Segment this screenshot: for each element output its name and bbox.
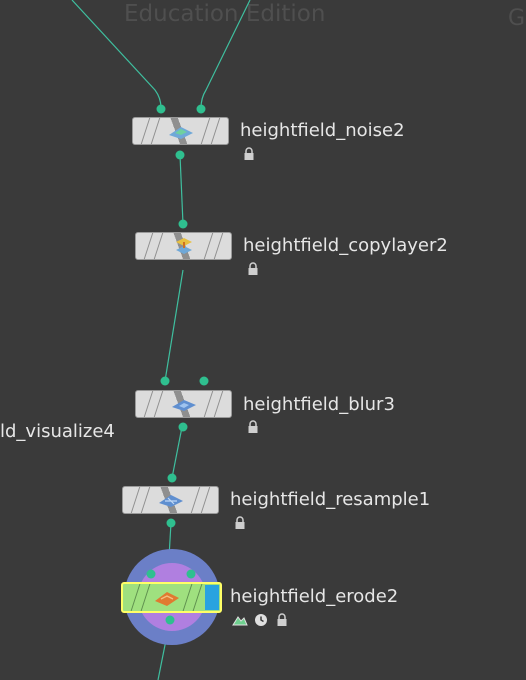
- heightfield-blur-icon: [171, 400, 196, 411]
- output-port: [178, 422, 188, 432]
- wire-in-right: [200, 0, 251, 109]
- input-port: [199, 376, 209, 386]
- input-port: [146, 569, 156, 579]
- input-port: [167, 473, 177, 483]
- input-port: [156, 104, 166, 114]
- lock-icon: [248, 262, 258, 275]
- input-port: [178, 219, 188, 229]
- node-label: heightfield_copylayer2: [243, 235, 448, 256]
- node-heightfield-noise2[interactable]: [132, 117, 229, 145]
- clock-icon: [255, 614, 267, 626]
- node-heightfield-blur3[interactable]: [135, 390, 232, 418]
- node-label-offscreen: ld_visualize4: [0, 421, 115, 442]
- heightfield-copylayer-icon: [175, 238, 192, 254]
- node-heightfield-erode2[interactable]: [121, 582, 222, 613]
- wire-copylayer-blur: [164, 269, 184, 382]
- wire-blur-resample: [171, 426, 183, 479]
- node-label: heightfield_noise2: [240, 120, 405, 141]
- output-port: [165, 615, 175, 625]
- input-port: [196, 104, 206, 114]
- wire-in-left: [71, 0, 162, 109]
- lock-icon: [235, 516, 245, 529]
- output-port: [175, 150, 185, 160]
- input-port: [160, 376, 170, 386]
- input-port: [186, 569, 196, 579]
- node-label: heightfield_resample1: [230, 489, 431, 510]
- lock-icon: [248, 420, 258, 433]
- network-wires: [71, 0, 251, 680]
- wire-noise-copylayer: [179, 154, 184, 225]
- heightfield-resample-icon: [158, 495, 183, 507]
- node-heightfield-copylayer2[interactable]: [135, 232, 232, 260]
- heightfield-erode-icon: [154, 591, 179, 606]
- lock-icon: [277, 613, 287, 626]
- display-flag[interactable]: [205, 585, 219, 610]
- terrain-flag-icon: [232, 616, 248, 626]
- node-heightfield-resample1[interactable]: [122, 486, 219, 514]
- heightfield-noise-icon: [168, 127, 193, 139]
- lock-icon: [244, 147, 254, 160]
- node-label: heightfield_erode2: [230, 586, 399, 607]
- port-dots: [146, 104, 209, 625]
- output-port: [166, 518, 176, 528]
- node-label: heightfield_blur3: [243, 394, 395, 415]
